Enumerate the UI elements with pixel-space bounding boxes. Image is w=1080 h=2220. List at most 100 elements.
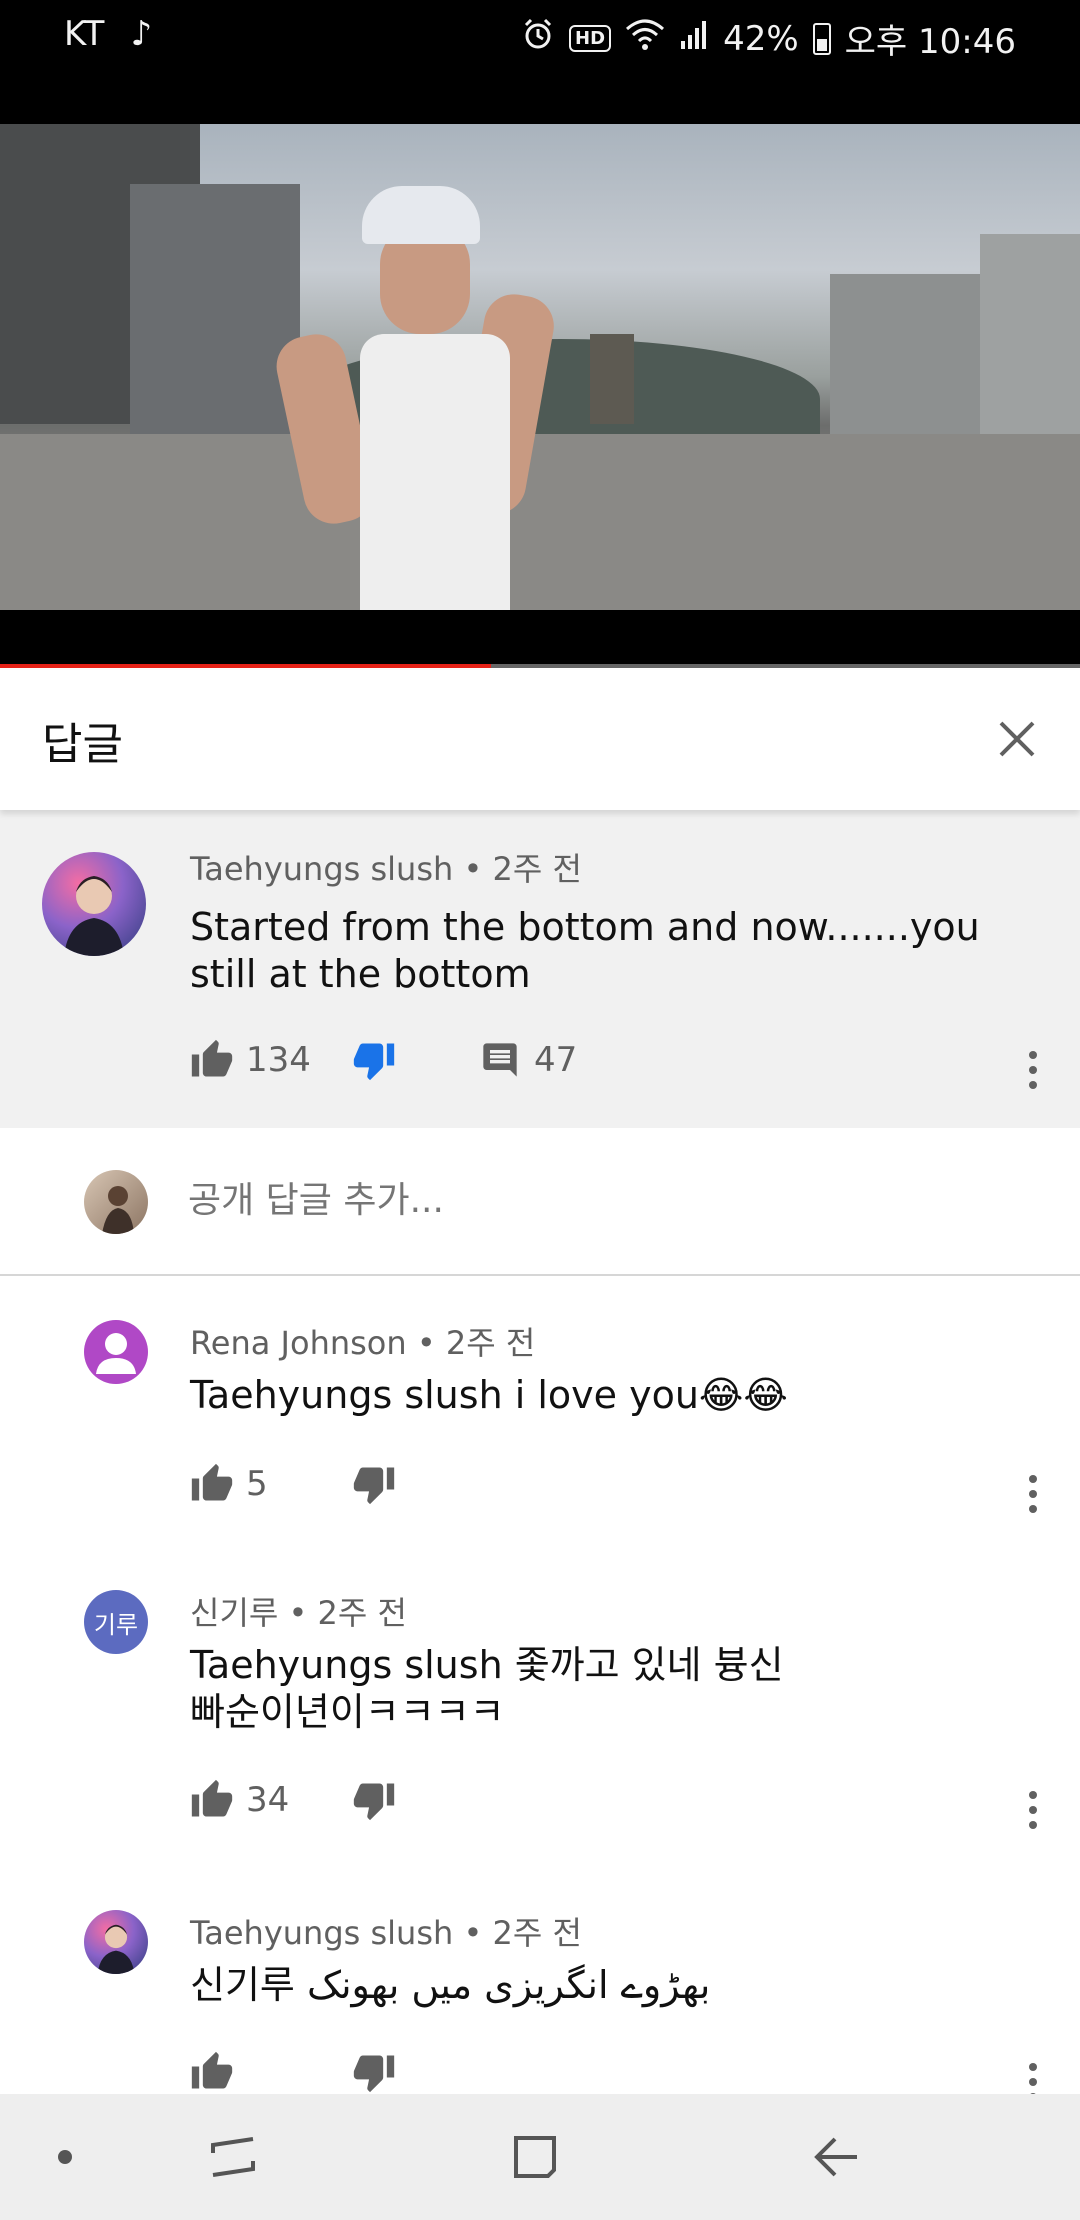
reply-meta: Taehyungs slush • 2주 전: [190, 1908, 582, 1954]
status-left: KT ♪: [64, 14, 152, 54]
reply-time: 2주 전: [445, 1324, 536, 1362]
reply-meta: Rena Johnson • 2주 전: [190, 1318, 535, 1364]
reply-meta: 신기루 • 2주 전: [190, 1588, 407, 1634]
more-vert-icon: [1029, 2063, 1037, 2094]
reply-time: 2주 전: [317, 1594, 407, 1632]
close-icon: [999, 721, 1035, 757]
carrier-label: KT: [64, 14, 105, 54]
dislike-button[interactable]: [350, 1036, 398, 1084]
thumbs-down-icon: [353, 1783, 395, 1821]
more-options-button[interactable]: [1013, 1040, 1053, 1100]
reply-author[interactable]: Rena Johnson: [190, 1324, 407, 1362]
dislike-button[interactable]: [350, 2048, 398, 2094]
video-progress-bar[interactable]: [0, 664, 1080, 668]
dislike-button[interactable]: [350, 1460, 398, 1508]
nav-dot-button[interactable]: [30, 2124, 100, 2190]
like-button[interactable]: [188, 2048, 236, 2094]
more-vert-icon: [1029, 1051, 1037, 1089]
comment-actions: 134 47: [188, 1036, 577, 1084]
reply-text: 신기루 بھڑوے انگریزی میں بھونک: [190, 1963, 711, 2007]
like-button[interactable]: [188, 1036, 236, 1084]
statue: [590, 334, 634, 424]
more-options-button[interactable]: [1013, 1780, 1053, 1840]
comment-meta: Taehyungs slush • 2주 전: [190, 844, 582, 890]
person-cap: [362, 186, 480, 244]
reply-text: Taehyungs slush 좇까고 있네 븅신 빠순이년이ㅋㅋㅋㅋ: [190, 1643, 784, 1734]
thumbs-down-icon: [353, 1043, 395, 1081]
replies-title: 답글: [42, 719, 123, 770]
like-button[interactable]: [188, 1460, 236, 1508]
video-progress-fill: [0, 664, 492, 668]
thumbs-up-icon: [191, 1463, 233, 1501]
more-options-button[interactable]: [1013, 2052, 1053, 2094]
back-icon: [814, 2137, 857, 2177]
add-reply-row: [0, 1128, 1080, 1276]
avatar-portrait: [64, 876, 124, 956]
more-options-button[interactable]: [1013, 1464, 1053, 1524]
reply-time: 2주 전: [492, 1914, 582, 1952]
clock: 오후 10:46: [844, 22, 1016, 62]
comment-icon: [483, 1043, 517, 1077]
reply-button[interactable]: [476, 1036, 524, 1084]
system-nav-bar: [0, 2094, 1080, 2220]
building-mid: [130, 184, 300, 434]
meta-separator: •: [416, 1324, 446, 1362]
reply-text: Taehyungs slush i love you😂😂: [190, 1373, 788, 1417]
avatar[interactable]: [42, 852, 146, 956]
more-vert-icon: [1029, 1791, 1037, 1829]
wifi-icon: [625, 17, 665, 60]
reply-actions: 34: [188, 1776, 398, 1824]
dislike-button[interactable]: [350, 1776, 398, 1824]
like-count: 34: [246, 1780, 290, 1820]
status-bar: KT ♪ HD 42% 오후 10:46: [0, 0, 1080, 124]
add-reply-input[interactable]: [188, 1170, 1008, 1230]
thumbs-down-icon: [353, 1467, 395, 1505]
comment-text: Started from the bottom and now.......yo…: [190, 905, 980, 996]
avatar[interactable]: 기루: [84, 1590, 148, 1654]
reply-actions: [188, 2048, 398, 2094]
more-vert-icon: [1029, 1475, 1037, 1513]
reply-item: 기루 신기루 • 2주 전 Taehyungs slush 좇까고 있네 븅신 …: [0, 1548, 1080, 1868]
like-count: 134: [246, 1040, 311, 1080]
alarm-icon: [521, 17, 555, 60]
like-count: 5: [246, 1464, 268, 1504]
thumbs-up-icon: [191, 2051, 233, 2089]
avatar-portrait: [97, 1924, 135, 1974]
recent-apps-icon: [211, 2137, 255, 2177]
close-button[interactable]: [982, 704, 1052, 774]
reply-author[interactable]: Taehyungs slush: [190, 1914, 453, 1952]
meta-separator: •: [463, 1914, 493, 1952]
thumbs-down-icon: [353, 2055, 395, 2093]
current-user-avatar[interactable]: [84, 1170, 148, 1234]
comment-author[interactable]: Taehyungs slush: [190, 850, 453, 888]
video-frame[interactable]: [0, 124, 1080, 610]
hd-badge: HD: [569, 25, 612, 52]
recent-apps-button[interactable]: [198, 2124, 268, 2190]
parent-comment: Taehyungs slush • 2주 전 Started from the …: [0, 810, 1080, 1128]
dot-icon: [58, 2150, 72, 2164]
comment-time: 2주 전: [492, 850, 582, 888]
home-icon: [514, 2136, 556, 2178]
default-user-icon: [96, 1333, 136, 1374]
like-button[interactable]: [188, 1776, 236, 1824]
person-shirt: [360, 334, 510, 610]
thumbs-up-icon: [191, 1039, 233, 1077]
meta-separator: •: [288, 1594, 318, 1632]
battery-percent: 42%: [723, 18, 799, 59]
reply-count: 47: [534, 1040, 578, 1080]
video-player[interactable]: [0, 124, 1080, 668]
user-portrait: [102, 1186, 134, 1234]
reply-item: Taehyungs slush • 2주 전 신기루 بھڑوے انگریزی…: [0, 1868, 1080, 2094]
reply-author[interactable]: 신기루: [190, 1594, 278, 1632]
thumbs-up-icon: [191, 1779, 233, 1817]
home-button[interactable]: [500, 2124, 570, 2190]
reply-actions: 5: [188, 1460, 398, 1508]
music-note-icon: ♪: [130, 14, 153, 54]
status-right: HD 42% 오후 10:46: [521, 14, 1016, 63]
avatar[interactable]: [84, 1320, 148, 1384]
avatar[interactable]: [84, 1910, 148, 1974]
avatar-initials: 기루: [93, 1610, 139, 1639]
building-far-right: [980, 234, 1080, 444]
back-button[interactable]: [802, 2124, 872, 2190]
battery-icon: [812, 22, 831, 55]
